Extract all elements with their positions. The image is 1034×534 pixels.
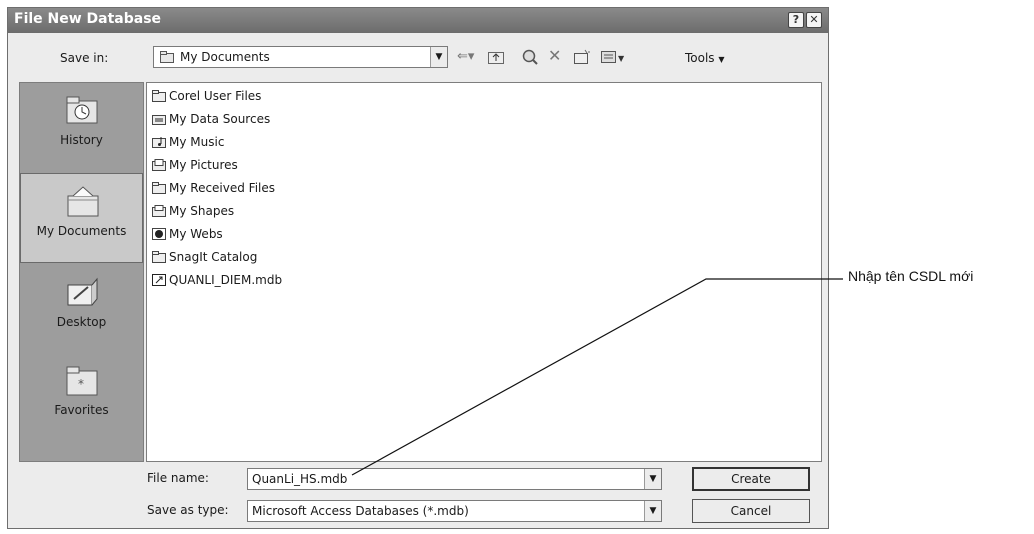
annotation-label: Nhập tên CSDL mới [848, 268, 974, 284]
annotation-callout-line [351, 278, 843, 476]
